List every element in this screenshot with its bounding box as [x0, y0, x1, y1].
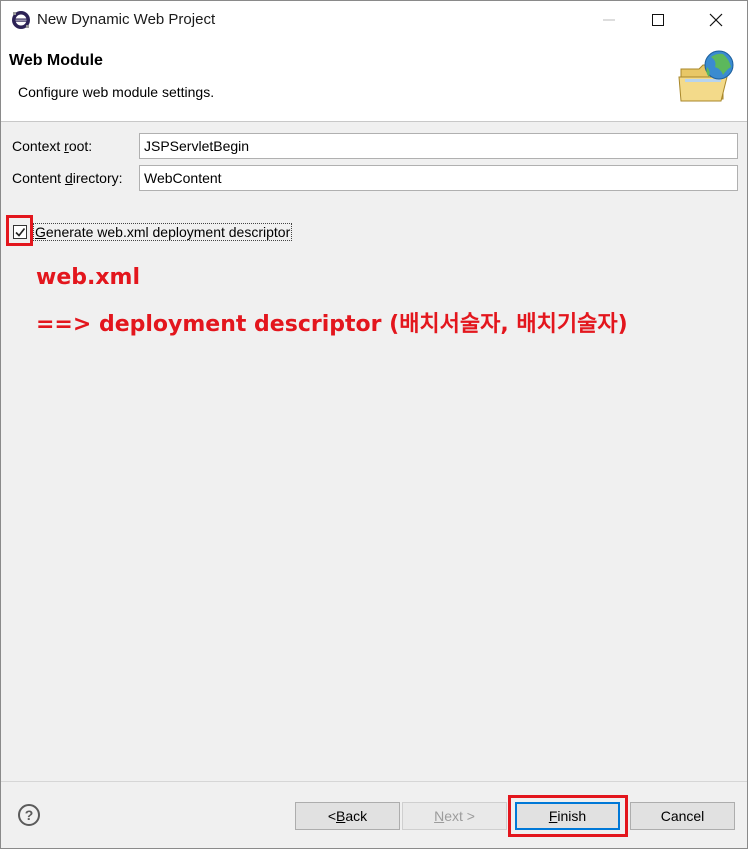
minimize-button[interactable] — [586, 1, 632, 39]
page-title: Web Module — [9, 52, 103, 69]
web-folder-globe-icon — [677, 47, 739, 105]
title-bar[interactable]: New Dynamic Web Project — [1, 1, 747, 39]
footer-separator — [1, 781, 747, 782]
window-title: New Dynamic Web Project — [37, 11, 216, 28]
dialog-window: New Dynamic Web Project Web Module Confi… — [0, 0, 748, 849]
eclipse-icon — [11, 10, 31, 30]
generate-descriptor-label[interactable]: Generate web.xml deployment descriptor — [33, 223, 293, 241]
finish-highlight-box — [508, 795, 628, 837]
next-button[interactable]: Next > — [402, 802, 507, 830]
help-icon: ? — [24, 807, 34, 823]
back-button[interactable]: < Back — [295, 802, 400, 830]
close-button[interactable] — [693, 1, 739, 39]
cancel-button[interactable]: Cancel — [630, 802, 735, 830]
content-directory-input[interactable] — [139, 165, 738, 191]
checkbox-highlight-box — [6, 215, 33, 246]
minimize-icon — [603, 19, 615, 21]
context-root-input[interactable] — [139, 133, 738, 159]
context-root-label: Context root: — [12, 138, 93, 154]
help-button[interactable]: ? — [18, 804, 40, 826]
maximize-button[interactable] — [635, 1, 681, 39]
page-description: Configure web module settings. — [18, 84, 215, 100]
annotation-line-2: ==> deployment descriptor (배치서술자, 배치기술자) — [36, 312, 628, 337]
close-icon — [709, 13, 723, 27]
maximize-icon — [652, 14, 664, 26]
content-directory-label: Content directory: — [12, 170, 123, 186]
wizard-header: Web Module Configure web module settings… — [1, 39, 747, 122]
generate-descriptor-row[interactable]: Generate web.xml deployment descriptor — [13, 222, 293, 242]
annotation-line-1: web.xml — [36, 265, 141, 290]
